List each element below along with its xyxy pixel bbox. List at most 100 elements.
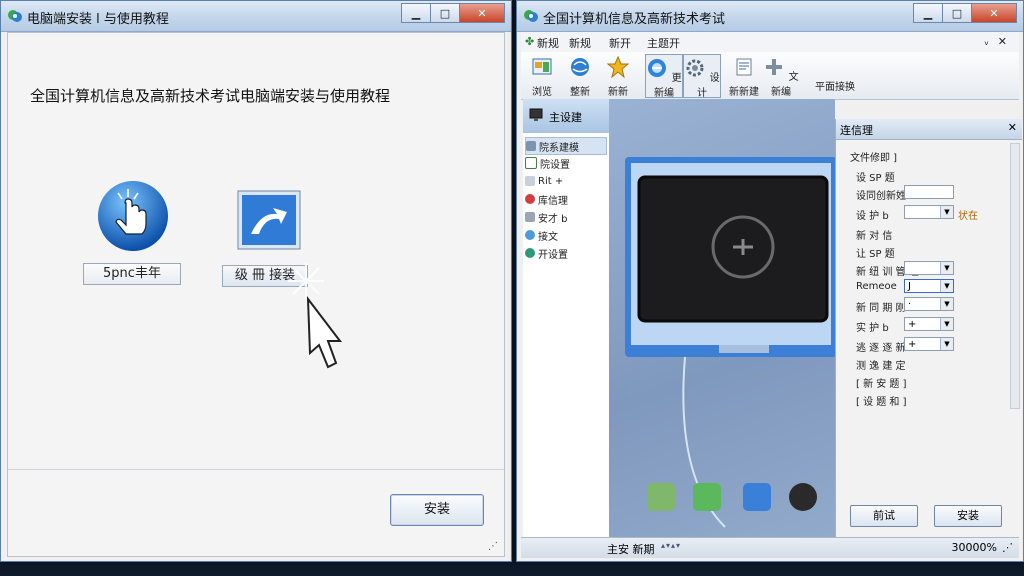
gear-icon [686, 59, 704, 77]
chevron-down-icon: ▼ [940, 262, 953, 274]
sidebar-item-7[interactable]: 开设置 [525, 245, 568, 261]
prop-label: 设同创新姓 [856, 191, 906, 202]
toolbar-label: 整新 [570, 87, 590, 98]
sidebar-header[interactable]: 主设建 [523, 99, 609, 133]
chevron-down-icon: ▼ [940, 298, 953, 310]
install-button[interactable]: 安装 [934, 505, 1002, 527]
close-icon[interactable]: ✕ [1008, 121, 1017, 134]
toolbar-label: 平面接换 [815, 82, 855, 93]
chevron-down-icon: ▼ [940, 338, 953, 350]
app-icon [524, 10, 538, 22]
test-button[interactable]: 前试 [850, 505, 918, 527]
globe-icon [571, 58, 589, 76]
prop-label: 测 逸 建 定 [856, 361, 906, 372]
mouse-cursor-icon [288, 263, 343, 369]
status-text: 主安 新期 [607, 543, 655, 556]
open-icon [525, 248, 535, 258]
properties-title-bar[interactable]: 连信理 ✕ [836, 119, 1022, 140]
dropdown[interactable]: ▼ [904, 205, 954, 219]
sidebar-item-label: 院系建模 [539, 142, 579, 154]
prop-label: 新 对 信 [856, 231, 893, 242]
toolbar-new-build[interactable]: 新新建 [727, 54, 761, 98]
toolbar-refresh[interactable]: 整新 [563, 54, 597, 98]
minimize-button[interactable]: ▁ [913, 3, 943, 23]
maximize-icon: □ [439, 6, 451, 20]
toolbar-label: 新新建 [729, 87, 759, 98]
maximize-icon: □ [951, 6, 963, 20]
title-bar[interactable]: 全国计算机信息及高新技术考试 ▁ □ ✕ [517, 1, 1023, 32]
prop-label: [ 新 安 题 ] [856, 379, 907, 390]
sidebar-item-2[interactable]: 院设置 [525, 155, 570, 171]
dropdown-remeoe[interactable]: J ▼ [904, 279, 954, 293]
sidebar-item-5[interactable]: 安才 b [525, 209, 568, 225]
resize-grip-icon[interactable]: ⋰ [488, 541, 498, 552]
toolbar-edit[interactable]: 文新编 [761, 54, 801, 98]
page-title: 全国计算机信息及高新技术考试电脑端安装与使用教程 [30, 87, 391, 105]
zoom-level: 30000% [951, 541, 997, 554]
menu-item-4[interactable]: 主题开 [647, 35, 680, 51]
sidebar-item-4[interactable]: 库信理 [525, 191, 568, 207]
tool-icon [525, 212, 535, 222]
toolbar-browse[interactable]: 浏览 [525, 54, 559, 98]
prop-label: 设 SP 题 [856, 173, 895, 184]
close-button[interactable]: ✕ [459, 3, 505, 23]
menu-item-1[interactable]: 新规 [537, 35, 559, 51]
dropdown-value: + [908, 319, 917, 330]
sidebar-item-label: 开设置 [538, 249, 568, 261]
chevron-down-icon: ▼ [940, 280, 953, 292]
sidebar-header-label: 主设建 [549, 111, 582, 124]
upgrade-arrow-icon[interactable] [237, 190, 301, 250]
maximize-button[interactable]: □ [942, 3, 972, 23]
settings-icon [525, 230, 535, 240]
status-value: 状在 [958, 211, 978, 222]
dropdown[interactable]: ▼ [904, 261, 954, 275]
sidebar-item-1[interactable]: 院系建模 [525, 137, 607, 155]
preview-canvas[interactable] [609, 99, 835, 537]
checkbox-icon [525, 157, 537, 169]
scrollbar[interactable] [1010, 143, 1020, 409]
sidebar-item-label: 安才 b [538, 213, 568, 225]
prop-label: 设 护 b [856, 211, 889, 222]
menu-item-3[interactable]: 新开 [609, 35, 631, 51]
toolbar-design[interactable]: 设计 [683, 54, 721, 99]
toolbar-update[interactable]: 更新编 [645, 54, 683, 99]
installer-content: 全国计算机信息及高新技术考试电脑端安装与使用教程 5pnc丰年 级 冊 接装 安… [7, 32, 505, 557]
dropdown[interactable]: · ▼ [904, 297, 954, 311]
prop-label: 实 护 b [856, 323, 889, 334]
minimize-icon: ▁ [411, 6, 421, 20]
menu-app-icon[interactable]: ✤ [525, 35, 534, 48]
document-icon [736, 58, 752, 76]
dropdown[interactable]: + ▼ [904, 317, 954, 331]
title-bar[interactable]: 电脑端安装 l 与使用教程 ▁ □ ✕ [1, 1, 511, 32]
minimize-button[interactable]: ▁ [401, 3, 431, 23]
text-field[interactable] [904, 185, 954, 199]
sidebar-item-label: 院设置 [540, 159, 570, 171]
prop-label: 逃 逐 逐 新 [856, 343, 906, 354]
maximize-button[interactable]: □ [430, 3, 460, 23]
touch-hand-icon[interactable] [96, 179, 170, 253]
menu-item-2[interactable]: 新规 [569, 35, 591, 51]
window-title: 全国计算机信息及高新技术考试 [543, 12, 726, 27]
divider [8, 469, 504, 470]
dropdown[interactable]: + ▼ [904, 337, 954, 351]
resize-grip-icon[interactable]: ⋰ [1002, 541, 1013, 554]
minimize-icon: ▁ [923, 6, 933, 20]
sidebar-item-label: 库信理 [538, 195, 568, 207]
properties-title: 连信理 [840, 124, 873, 137]
toolbar-convert[interactable]: 平面接换 [811, 56, 859, 98]
close-button[interactable]: ✕ [971, 3, 1017, 23]
toolbar-new[interactable]: 新新 [601, 54, 635, 98]
sidebar-item-6[interactable]: 接文 [525, 227, 558, 243]
installer-window: 电脑端安装 l 与使用教程 ▁ □ ✕ 全国计算机信息及高新技术考试电脑端安装与… [0, 0, 512, 562]
properties-panel: 连信理 ✕ 文件修即 ] 设 SP 题 设同创新姓 设 护 b ▼ 状在 新 对… [835, 119, 1022, 537]
prop-label: 让 SP 题 [856, 249, 895, 260]
close-icon: ✕ [477, 6, 487, 20]
menu-close-icon[interactable]: ✕ [998, 35, 1007, 48]
install-button[interactable]: 安装 [390, 494, 484, 526]
prop-label: [ 设 题 和 ] [856, 397, 907, 408]
window-title: 电脑端安装 l 与使用教程 [27, 12, 169, 27]
menu-pin-icon[interactable]: ᵥ [984, 35, 989, 48]
folder-icon [526, 141, 536, 151]
option-label-1[interactable]: 5pnc丰年 [83, 263, 181, 285]
sidebar-item-3[interactable]: Rit + [525, 173, 563, 189]
